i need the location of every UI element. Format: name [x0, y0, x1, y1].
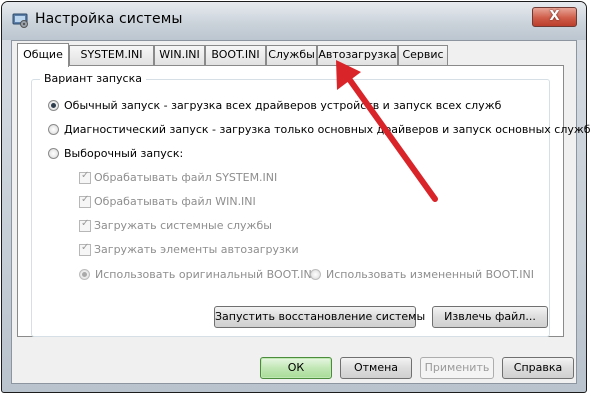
- diagnostic-startup-label: Диагностический запуск - загрузка только…: [64, 123, 591, 136]
- ok-button[interactable]: ОК: [260, 357, 332, 379]
- selective-startup-radio[interactable]: [48, 148, 59, 159]
- tab-general[interactable]: Общие: [17, 43, 69, 67]
- launch-system-restore-button[interactable]: Запустить восстановление системы: [214, 306, 425, 328]
- use-original-boot-ini-label: Использовать оригинальный BOOT.INI: [95, 268, 315, 281]
- process-system-ini-option[interactable]: Обрабатывать файл SYSTEM.INI: [79, 170, 278, 184]
- tab-startup[interactable]: Автозагрузка: [317, 45, 398, 65]
- process-win-ini-checkbox[interactable]: [79, 194, 91, 208]
- load-system-services-option[interactable]: Загружать системные службы: [79, 218, 272, 232]
- use-original-boot-ini-option[interactable]: Использовать оригинальный BOOT.INI: [79, 268, 315, 281]
- general-tab-panel: Вариант запуска Обычный запуск - загрузк…: [17, 65, 591, 337]
- diagnostic-startup-option[interactable]: Диагностический запуск - загрузка только…: [48, 123, 591, 136]
- close-icon: X: [549, 9, 560, 24]
- selective-startup-label: Выборочный запуск:: [64, 147, 184, 160]
- extract-file-button[interactable]: Извлечь файл...: [432, 306, 548, 328]
- use-modified-boot-ini-label: Использовать измененный BOOT.INI: [326, 268, 534, 281]
- normal-startup-label: Обычный запуск - загрузка всех драйверов…: [64, 99, 502, 112]
- tab-services[interactable]: Службы: [266, 45, 317, 65]
- system-config-icon: [12, 13, 28, 28]
- use-modified-boot-ini-option[interactable]: Использовать измененный BOOT.INI: [310, 268, 534, 281]
- process-system-ini-label: Обрабатывать файл SYSTEM.INI: [94, 171, 278, 184]
- title-bar[interactable]: Настройка системы X: [2, 2, 586, 40]
- diagnostic-startup-radio[interactable]: [48, 124, 59, 135]
- help-button[interactable]: Справка: [502, 357, 574, 379]
- startup-selection-group: [31, 79, 550, 337]
- apply-button[interactable]: Применить: [420, 357, 494, 379]
- tab-boot-ini[interactable]: BOOT.INI: [205, 45, 266, 65]
- selective-startup-option[interactable]: Выборочный запуск:: [48, 147, 183, 160]
- process-system-ini-checkbox[interactable]: [79, 170, 91, 184]
- close-button[interactable]: X: [532, 7, 577, 27]
- use-modified-boot-ini-radio[interactable]: [310, 269, 321, 280]
- process-win-ini-option[interactable]: Обрабатывать файл WIN.INI: [79, 194, 256, 208]
- normal-startup-radio[interactable]: [48, 100, 59, 111]
- load-startup-items-option[interactable]: Загружать элементы автозагрузки: [79, 242, 299, 256]
- use-original-boot-ini-radio[interactable]: [79, 269, 90, 280]
- load-system-services-label: Загружать системные службы: [94, 219, 272, 232]
- tab-win-ini[interactable]: WIN.INI: [154, 45, 205, 65]
- normal-startup-option[interactable]: Обычный запуск - загрузка всех драйверов…: [48, 99, 501, 112]
- tab-tools[interactable]: Сервис: [398, 45, 448, 65]
- load-startup-items-label: Загружать элементы автозагрузки: [94, 243, 299, 256]
- window-title: Настройка системы: [35, 11, 183, 27]
- load-startup-items-checkbox[interactable]: [79, 242, 91, 256]
- load-system-services-checkbox[interactable]: [79, 218, 91, 232]
- group-legend: Вариант запуска: [40, 72, 146, 85]
- cancel-button[interactable]: Отмена: [340, 357, 412, 379]
- process-win-ini-label: Обрабатывать файл WIN.INI: [94, 195, 256, 208]
- tab-system-ini[interactable]: SYSTEM.INI: [69, 45, 154, 65]
